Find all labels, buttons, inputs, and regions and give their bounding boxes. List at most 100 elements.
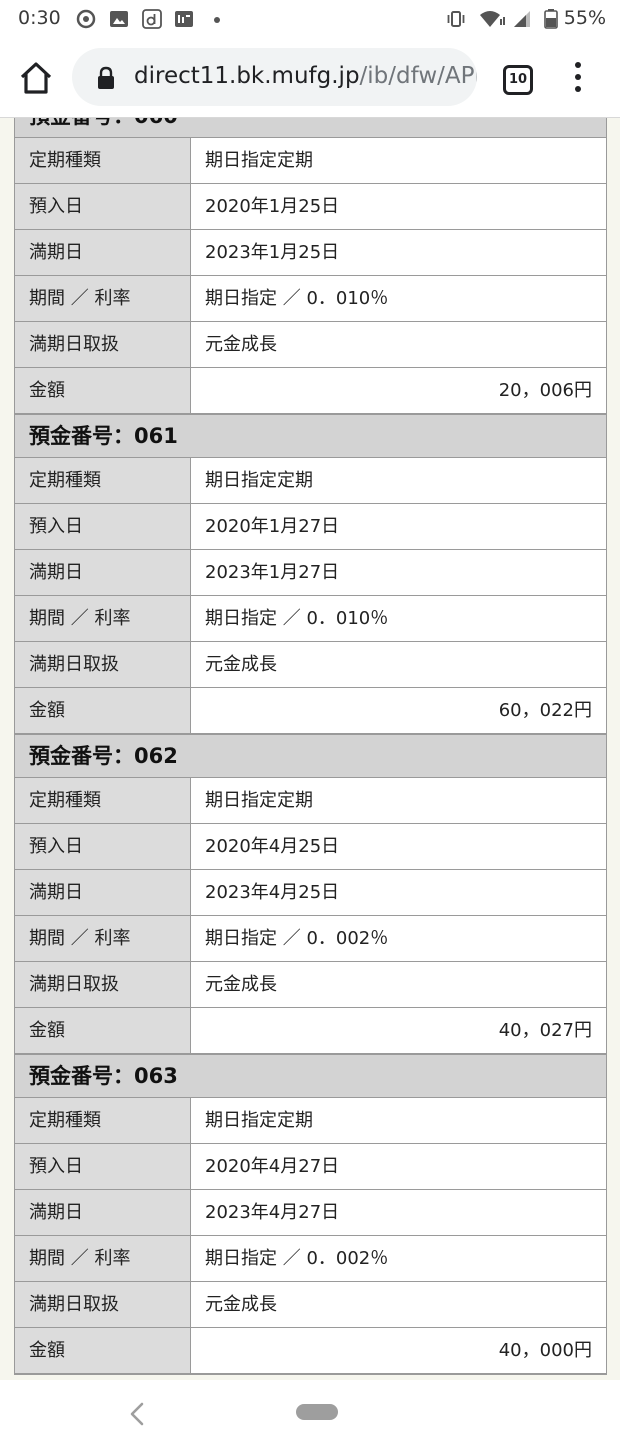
row-value: 期日指定定期 xyxy=(191,1098,606,1143)
row-label: 期間 ／ 利率 xyxy=(15,916,191,961)
row-value: 期日指定定期 xyxy=(191,778,606,823)
deposit-row: 期間 ／ 利率 期日指定 ／ 0．002％ xyxy=(15,1236,606,1282)
deposit-block: 預金番号：060 定期種類期日指定定期 預入日2020年1月25日 満期日202… xyxy=(14,118,607,414)
row-label: 定期種類 xyxy=(15,138,191,183)
deposit-row: 預入日 2020年4月25日 xyxy=(15,824,606,870)
app-notification-icon xyxy=(175,11,193,27)
row-value: 2023年1月25日 xyxy=(191,230,606,275)
home-gesture-pill[interactable] xyxy=(296,1404,338,1420)
row-label: 金額 xyxy=(15,368,191,413)
row-label: 預入日 xyxy=(15,184,191,229)
deposit-header: 預金番号：061 xyxy=(15,415,606,458)
row-label: 期間 ／ 利率 xyxy=(15,276,191,321)
url-path: /ib/dfw/APl xyxy=(359,63,477,89)
row-value: 2020年4月25日 xyxy=(191,824,606,869)
deposit-row: 期間 ／ 利率 期日指定 ／ 0．010％ xyxy=(15,276,606,322)
amount-value: 40，027円 xyxy=(191,1008,606,1053)
back-icon[interactable] xyxy=(126,1400,148,1428)
system-nav-bar xyxy=(0,1380,620,1448)
deposit-block: 預金番号：061 定期種類 期日指定定期 預入日 2020年1月27日 満期日 202… xyxy=(14,414,607,734)
d-app-notification-icon xyxy=(142,9,162,29)
row-value: 元金成長 xyxy=(191,962,606,1007)
amount-value: 60，022円 xyxy=(191,688,606,733)
deposit-row: 預入日 2020年1月27日 xyxy=(15,504,606,550)
deposit-block: 預金番号：063 定期種類 期日指定定期 預入日 2020年4月27日 満期日 202… xyxy=(14,1054,607,1375)
deposit-row: 満期日 2023年1月27日 xyxy=(15,550,606,596)
deposit-header: 預金番号：063 xyxy=(15,1055,606,1098)
deposit-row: 満期日取扱 元金成長 xyxy=(15,1282,606,1328)
row-value: 期日指定定期 xyxy=(191,138,606,183)
address-bar[interactable]: direct11.bk.mufg.jp/ib/dfw/APl xyxy=(72,48,477,106)
signal-icon xyxy=(514,11,530,27)
deposit-row: 預入日 2020年1月25日 xyxy=(15,184,606,230)
deposit-row: 満期日 2023年1月25日 xyxy=(15,230,606,276)
row-value: 期日指定 ／ 0．002％ xyxy=(191,916,606,961)
deposit-row: 定期種類 期日指定定期 xyxy=(15,458,606,504)
row-value: 2023年4月27日 xyxy=(191,1190,606,1235)
row-value: 元金成長 xyxy=(191,642,606,687)
deposit-row: 預入日 2020年4月27日 xyxy=(15,1144,606,1190)
row-label: 金額 xyxy=(15,1008,191,1053)
deposit-row: 期間 ／ 利率 期日指定 ／ 0．010％ xyxy=(15,596,606,642)
battery-percent: 55% xyxy=(563,7,606,29)
row-value: 2020年1月25日 xyxy=(191,184,606,229)
deposit-row: 定期種類 期日指定定期 xyxy=(15,1098,606,1144)
row-value: 期日指定定期 xyxy=(191,458,606,503)
lock-icon xyxy=(98,66,114,89)
deposit-row: 満期日取扱 元金成長 xyxy=(15,962,606,1008)
status-time: 0:30 xyxy=(18,7,61,29)
tab-switcher-button[interactable]: 10 xyxy=(503,65,533,95)
browser-toolbar: direct11.bk.mufg.jp/ib/dfw/APl 10 xyxy=(0,38,620,118)
row-label: 金額 xyxy=(15,688,191,733)
row-value: 2020年1月27日 xyxy=(191,504,606,549)
chrome-notification-icon xyxy=(76,9,96,29)
url-host: direct11.bk.mufg.jp xyxy=(134,63,360,89)
deposit-row: 定期種類 期日指定定期 xyxy=(15,138,606,184)
row-label: 満期日 xyxy=(15,870,191,915)
deposit-list: 預金番号：060 定期種類期日指定定期 預入日2020年1月25日 満期日202… xyxy=(14,118,607,1375)
more-notifications-icon xyxy=(214,17,220,23)
row-value: 元金成長 xyxy=(191,1282,606,1327)
deposit-row: 満期日 2023年4月25日 xyxy=(15,870,606,916)
row-value: 2020年4月27日 xyxy=(191,1144,606,1189)
row-label: 期間 ／ 利率 xyxy=(15,596,191,641)
deposit-row: 金額 20，006円 xyxy=(15,368,606,414)
deposit-row: 期間 ／ 利率 期日指定 ／ 0．002％ xyxy=(15,916,606,962)
amount-value: 40，000円 xyxy=(191,1328,606,1373)
row-label: 金額 xyxy=(15,1328,191,1373)
deposit-row: 満期日取扱 元金成長 xyxy=(15,322,606,368)
amount-value: 20，006円 xyxy=(191,368,606,413)
deposit-row: 金額 60，022円 xyxy=(15,688,606,734)
status-bar: 0:30 55% xyxy=(0,0,620,38)
row-label: 預入日 xyxy=(15,504,191,549)
deposit-row: 金額 40，000円 xyxy=(15,1328,606,1374)
page-content: 預金番号：060 定期種類期日指定定期 預入日2020年1月25日 満期日202… xyxy=(0,118,620,1380)
row-label: 定期種類 xyxy=(15,778,191,823)
deposit-header: 預金番号：060 xyxy=(15,118,606,138)
url-text: direct11.bk.mufg.jp/ib/dfw/APl xyxy=(134,63,477,89)
deposit-header: 預金番号：062 xyxy=(15,735,606,778)
vibrate-icon xyxy=(447,11,465,27)
row-value: 期日指定 ／ 0．010％ xyxy=(191,596,606,641)
row-label: 満期日取扱 xyxy=(15,1282,191,1327)
row-label: 満期日 xyxy=(15,1190,191,1235)
row-value: 期日指定 ／ 0．002％ xyxy=(191,1236,606,1281)
home-icon[interactable] xyxy=(16,58,56,98)
row-label: 期間 ／ 利率 xyxy=(15,1236,191,1281)
row-label: 預入日 xyxy=(15,824,191,869)
battery-icon xyxy=(544,9,558,29)
deposit-row: 満期日 2023年4月27日 xyxy=(15,1190,606,1236)
image-notification-icon xyxy=(110,11,128,27)
deposit-row: 満期日取扱 元金成長 xyxy=(15,642,606,688)
row-label: 満期日取扱 xyxy=(15,642,191,687)
row-label: 預入日 xyxy=(15,1144,191,1189)
row-value: 2023年1月27日 xyxy=(191,550,606,595)
row-value: 2023年4月25日 xyxy=(191,870,606,915)
row-label: 満期日 xyxy=(15,230,191,275)
deposit-row: 定期種類 期日指定定期 xyxy=(15,778,606,824)
deposit-row: 金額 40，027円 xyxy=(15,1008,606,1054)
row-label: 満期日取扱 xyxy=(15,322,191,367)
menu-icon[interactable] xyxy=(568,62,588,96)
row-label: 定期種類 xyxy=(15,458,191,503)
wifi-icon xyxy=(480,11,505,27)
